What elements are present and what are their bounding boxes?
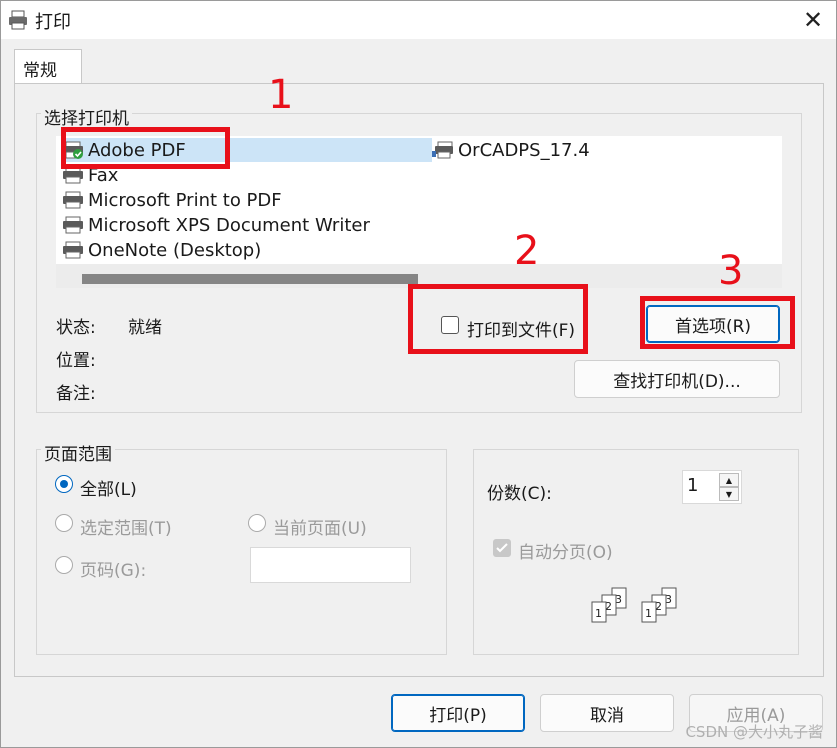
title-bar: 打印 ✕ [1,1,836,39]
status-value: 就绪 [128,318,162,338]
printer-icon [9,10,27,30]
printer-item-orcadps[interactable]: OrCADPS_17.4 [432,138,590,162]
copies-spinner-up[interactable]: ▲ [719,473,739,487]
radio-selection-label[interactable]: 选定范围(T) [80,514,172,539]
pages-input[interactable] [250,547,411,583]
radio-selection[interactable] [55,514,73,532]
annotation-number-2: 2 [514,228,540,274]
printer-icon [63,241,83,259]
chevron-up-icon: ▲ [725,475,733,485]
radio-pages[interactable] [55,556,73,574]
annotation-number-3: 3 [718,248,744,294]
radio-all[interactable] [55,475,73,493]
copies-input[interactable]: 1 ▲ ▼ [682,470,742,504]
watermark: CSDN @大小丸子酱 [685,723,823,741]
annotation-number-1: 1 [268,72,294,118]
scrollbar-thumb[interactable] [82,274,418,284]
collate-pages-icon: 3 2 1 3 2 1 [591,587,677,623]
printer-icon [63,191,83,209]
comment-label: 备注: [56,384,96,404]
printer-item-microsoft-xps[interactable]: Microsoft XPS Document Writer [62,213,370,237]
checkmark-icon [496,543,508,553]
tab-general[interactable]: 常规 [14,49,82,85]
find-printer-button[interactable]: 查找打印机(D)... [574,360,780,398]
location-label: 位置: [56,351,96,371]
collate-checkbox[interactable] [493,539,511,557]
chevron-down-icon: ▼ [725,489,733,499]
radio-current-page[interactable] [248,514,266,532]
printer-name: Microsoft Print to PDF [88,189,282,211]
radio-pages-label[interactable]: 页码(G): [80,556,146,581]
close-button[interactable]: ✕ [790,1,836,39]
network-printer-icon [432,141,453,159]
collate-label[interactable]: 自动分页(O) [518,538,613,563]
printer-name: OneNote (Desktop) [88,239,262,261]
annotation-box-3 [640,296,795,349]
annotation-box-2 [408,284,588,354]
copies-spinner-down[interactable]: ▼ [719,487,739,501]
copies-label: 份数(C): [487,484,552,504]
radio-all-label[interactable]: 全部(L) [80,475,137,500]
printer-item-microsoft-print-to-pdf[interactable]: Microsoft Print to PDF [62,188,282,212]
printer-name: Microsoft XPS Document Writer [88,214,370,236]
window-title: 打印 [35,12,71,33]
page-range-title: 页面范围 [41,440,115,465]
radio-current-page-label[interactable]: 当前页面(U) [273,514,367,539]
cancel-button[interactable]: 取消 [540,694,674,732]
annotation-box-1 [61,127,230,169]
copies-value: 1 [687,475,699,496]
status-label: 状态: [56,318,96,338]
collate-digit: 1 [595,607,602,620]
printer-icon [63,216,83,234]
print-button[interactable]: 打印(P) [391,694,525,732]
printer-item-onenote[interactable]: OneNote (Desktop) [62,238,261,262]
collate-digit: 1 [645,607,652,620]
printer-group-title: 选择打印机 [41,104,132,129]
printer-name: OrCADPS_17.4 [458,139,590,161]
tab-strip: 常规 [1,39,836,85]
